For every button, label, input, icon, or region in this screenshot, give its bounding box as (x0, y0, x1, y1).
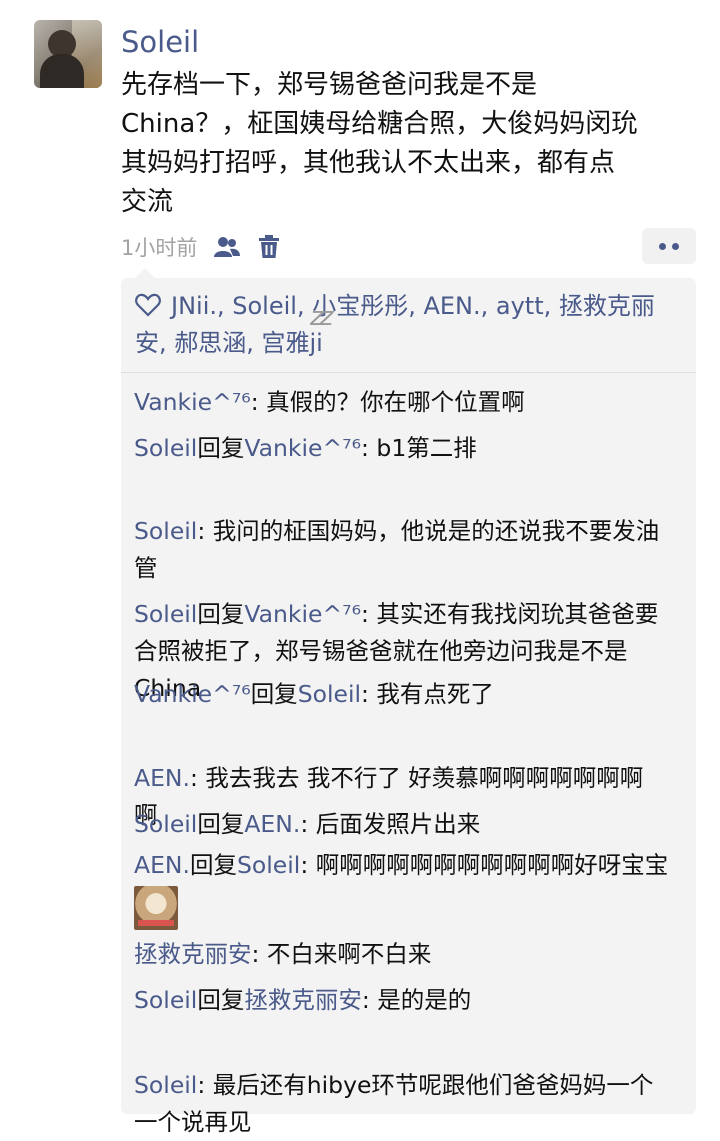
comment-author[interactable]: Soleil (134, 434, 197, 462)
likes-names[interactable]: JNii., Soleil, 小宝彤彤, AEN., aytt, 拯救克丽安, … (135, 292, 655, 357)
comment-author[interactable]: Vankie^⁷⁶ (134, 680, 251, 708)
comment-text: : 真假的？你在哪个位置啊 (250, 388, 525, 416)
reply-word: 回复 (197, 810, 245, 838)
more-dot (672, 242, 679, 250)
comment-item[interactable]: Soleil回复拯救克丽安: 是的是的 (134, 982, 694, 1019)
comment-text: : 最后还有hibye环节呢跟他们爸爸妈妈一个 一个说再见 (134, 1071, 654, 1136)
reply-target[interactable]: Vankie^⁷⁶ (244, 600, 361, 628)
comment-author[interactable]: AEN. (134, 851, 190, 879)
reply-target[interactable]: Soleil (298, 680, 361, 708)
reply-word: 回复 (197, 434, 245, 462)
comment-author[interactable]: Soleil (134, 1071, 197, 1099)
panel-divider (121, 372, 696, 373)
likes-row: JNii., Soleil, 小宝彤彤, AEN., aytt, 拯救克丽安, … (135, 288, 685, 362)
reply-target[interactable]: AEN. (244, 810, 300, 838)
overlay-mark: zz (310, 302, 333, 332)
comment-text: : 啊啊啊啊啊啊啊啊啊啊啊好呀宝宝 (300, 851, 669, 879)
comment-text: : 不白来啊不白来 (251, 940, 432, 968)
comment-item[interactable]: AEN.回复Soleil: 啊啊啊啊啊啊啊啊啊啊啊好呀宝宝 (134, 847, 694, 930)
comment-item[interactable]: Soleil回复Vankie^⁷⁶: b1第二排 (134, 430, 694, 467)
comment-item[interactable]: Soleil回复AEN.: 后面发照片出来 (134, 806, 694, 843)
avatar-figure-body (40, 54, 84, 88)
reply-word: 回复 (250, 680, 298, 708)
more-dot (659, 242, 666, 250)
post-content: 先存档一下，郑号锡爸爸问我是不是 China？，柾国姨母给糖合照，大俊妈妈闵玧 … (121, 70, 638, 217)
comment-author[interactable]: Soleil (134, 600, 197, 628)
sticker-caption-band (138, 920, 174, 926)
comment-author[interactable]: Vankie^⁷⁶ (134, 388, 251, 416)
comment-author[interactable]: Soleil (134, 517, 197, 545)
reply-word: 回复 (189, 851, 237, 879)
reply-target[interactable]: Soleil (237, 851, 300, 879)
comment-author[interactable]: Soleil (134, 986, 197, 1014)
reply-word: 回复 (197, 600, 245, 628)
comment-author[interactable]: Soleil (134, 810, 197, 838)
friends-visible-icon[interactable] (213, 233, 241, 261)
trash-icon[interactable] (255, 233, 283, 261)
comment-author[interactable]: AEN. (134, 764, 190, 792)
heart-outline-icon[interactable] (135, 293, 161, 317)
comment-text: : 我有点死了 (361, 680, 494, 708)
comment-item[interactable]: Vankie^⁷⁶回复Soleil: 我有点死了 (134, 676, 694, 713)
user-avatar[interactable] (34, 20, 102, 88)
comment-item[interactable]: 拯救克丽安: 不白来啊不白来 (134, 936, 694, 973)
comment-text: : 是的是的 (361, 986, 472, 1014)
post-author-name[interactable]: Soleil (121, 22, 199, 62)
comment-text: : b1第二排 (361, 434, 477, 462)
reply-target[interactable]: 拯救克丽安 (244, 986, 362, 1014)
more-options-button[interactable] (642, 228, 696, 264)
comment-text: : 后面发照片出来 (300, 810, 481, 838)
reply-target[interactable]: Vankie^⁷⁶ (244, 434, 361, 462)
reply-word: 回复 (197, 986, 245, 1014)
dog-sticker[interactable] (134, 886, 178, 930)
post-timestamp: 1小时前 (121, 236, 198, 260)
comment-item[interactable]: Vankie^⁷⁶: 真假的？你在哪个位置啊 (134, 384, 694, 421)
post-meta-row: 1小时前 (121, 230, 283, 264)
comment-author[interactable]: 拯救克丽安 (134, 940, 252, 968)
comment-item[interactable]: Soleil: 最后还有hibye环节呢跟他们爸爸妈妈一个 一个说再见 (134, 1030, 694, 1141)
